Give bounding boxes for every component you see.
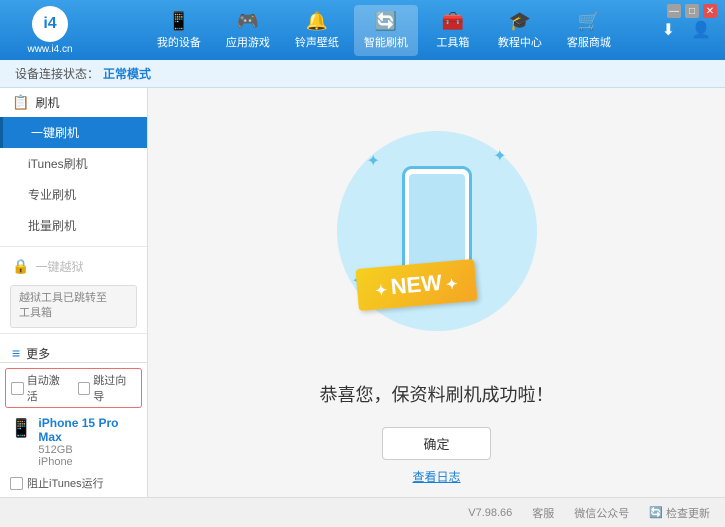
nav-bar: 📱 我的设备 🎮 应用游戏 🔔 铃声壁纸 🔄 智能刷机 🧰 工具箱 🎓 (110, 5, 658, 56)
footer-customer-service[interactable]: 客服 (532, 505, 554, 521)
sparkle-top-right: ✦ (493, 146, 506, 166)
sidebar-bottom: 自动激活 跳过向导 📱 iPhone 15 Pro Max 512GB iPho… (0, 362, 147, 497)
service-label: 客服商城 (567, 34, 611, 50)
sparkle-top-left: ✦ (367, 151, 380, 171)
sidebar-more-section: ≡ 更多 (0, 339, 147, 362)
sub-header: 设备连接状态： 正常模式 (0, 60, 725, 88)
smart-flash-icon: 🔄 (375, 11, 397, 32)
device-name: iPhone 15 Pro Max (38, 416, 137, 444)
service-icon: 🛒 (578, 11, 600, 32)
jailbreak-icon: 🔒 (12, 258, 29, 275)
download-button[interactable]: ⬇ (658, 16, 679, 44)
phone-screen (409, 174, 465, 274)
header: i4 www.i4.cn 📱 我的设备 🎮 应用游戏 🔔 铃声壁纸 🔄 智能刷机… (0, 0, 725, 60)
minimize-button[interactable]: — (667, 4, 681, 18)
footer-check-update[interactable]: 🔄 检查更新 (649, 505, 710, 521)
refresh-icon: 🔄 (649, 506, 663, 519)
nav-ringtones[interactable]: 🔔 铃声壁纸 (285, 5, 349, 56)
view-log-link[interactable]: 查看日志 (412, 468, 460, 485)
header-right: ⬇ 👤 (658, 16, 715, 44)
logo-icon: i4 (32, 6, 68, 42)
sidebar-item-itunes-flash[interactable]: iTunes刷机 (0, 148, 147, 179)
nav-tutorial[interactable]: 🎓 教程中心 (488, 5, 552, 56)
auto-activate-checkbox[interactable]: 自动激活 (11, 372, 70, 404)
tutorial-label: 教程中心 (498, 34, 542, 50)
auto-activate-label: 自动激活 (27, 372, 70, 404)
auto-activate-box[interactable] (11, 382, 24, 395)
subheader-mode: 正常模式 (103, 65, 151, 82)
device-item: 📱 iPhone 15 Pro Max 512GB iPhone (5, 412, 142, 472)
ringtones-icon: 🔔 (306, 11, 328, 32)
sidebar-divider-2 (0, 333, 147, 334)
nav-my-device[interactable]: 📱 我的设备 (147, 5, 211, 56)
auto-activate-row: 自动激活 跳过向导 (5, 368, 142, 408)
block-itunes-label: 阻止iTunes运行 (27, 475, 104, 491)
device-storage: 512GB (38, 444, 137, 456)
subheader-prefix: 设备连接状态： (15, 65, 99, 82)
footer-version: V7.98.66 (468, 507, 512, 519)
ringtones-label: 铃声壁纸 (295, 34, 339, 50)
maximize-button[interactable]: □ (685, 4, 699, 18)
flash-section-label: 刷机 (35, 94, 59, 111)
apps-games-icon: 🎮 (237, 11, 259, 32)
logo-area: i4 www.i4.cn (10, 6, 90, 55)
device-icon: 📱 (10, 418, 32, 439)
more-section-icon: ≡ (12, 345, 20, 361)
sidebar-item-one-key-flash[interactable]: 一键刷机 (0, 117, 147, 148)
nav-toolbox[interactable]: 🧰 工具箱 (423, 5, 483, 56)
main-content: ✦ ✦ ✦ NEW 恭喜您，保资料刷机成功啦！ 确定 查看日志 (148, 88, 725, 497)
my-device-icon: 📱 (168, 11, 190, 32)
sidebar-notice: 越狱工具已跳转至工具箱 (10, 285, 137, 328)
more-section-label: 更多 (26, 345, 50, 362)
footer-wechat[interactable]: 微信公众号 (574, 505, 629, 521)
sidebar-divider-1 (0, 246, 147, 247)
nav-apps-games[interactable]: 🎮 应用游戏 (216, 5, 280, 56)
sidebar-top: 📋 刷机 一键刷机 iTunes刷机 专业刷机 批量刷机 🔒 一键越狱 越狱工具… (0, 88, 147, 362)
sidebar-item-batch-flash[interactable]: 批量刷机 (0, 210, 147, 241)
content-area: 📋 刷机 一键刷机 iTunes刷机 专业刷机 批量刷机 🔒 一键越狱 越狱工具… (0, 88, 725, 497)
phone-illustration: ✦ ✦ ✦ NEW (327, 101, 547, 361)
device-info: iPhone 15 Pro Max 512GB iPhone (38, 416, 137, 468)
app-wrapper: — □ ✕ i4 www.i4.cn 📱 我的设备 🎮 应用游戏 🔔 铃声壁纸 … (0, 0, 725, 527)
skip-guide-checkbox[interactable]: 跳过向导 (78, 372, 137, 404)
nav-smart-flash[interactable]: 🔄 智能刷机 (354, 5, 418, 56)
footer: V7.98.66 客服 微信公众号 🔄 检查更新 (0, 497, 725, 527)
toolbox-label: 工具箱 (436, 34, 469, 50)
nav-service[interactable]: 🛒 客服商城 (557, 5, 621, 56)
sidebar: 📋 刷机 一键刷机 iTunes刷机 专业刷机 批量刷机 🔒 一键越狱 越狱工具… (0, 88, 148, 497)
check-update-label: 检查更新 (666, 505, 710, 521)
skip-guide-label: 跳过向导 (93, 372, 136, 404)
skip-guide-box[interactable] (78, 382, 91, 395)
apps-games-label: 应用游戏 (226, 34, 270, 50)
my-device-label: 我的设备 (157, 34, 201, 50)
tutorial-icon: 🎓 (509, 11, 531, 32)
close-button[interactable]: ✕ (703, 4, 717, 18)
logo-url: www.i4.cn (27, 44, 72, 55)
user-button[interactable]: 👤 (687, 16, 715, 44)
window-controls: — □ ✕ (667, 4, 717, 18)
block-itunes-box[interactable] (10, 477, 23, 490)
device-type: iPhone (38, 456, 137, 468)
toolbox-icon: 🧰 (442, 11, 464, 32)
sidebar-flash-section: 📋 刷机 (0, 88, 147, 117)
sidebar-item-pro-flash[interactable]: 专业刷机 (0, 179, 147, 210)
block-itunes-row[interactable]: 阻止iTunes运行 (5, 472, 142, 494)
confirm-button[interactable]: 确定 (382, 427, 490, 460)
jailbreak-section-label: 一键越狱 (35, 258, 83, 275)
flash-section-icon: 📋 (12, 94, 29, 111)
smart-flash-label: 智能刷机 (364, 34, 408, 50)
success-message: 恭喜您，保资料刷机成功啦！ (320, 381, 554, 407)
sidebar-jailbreak-section: 🔒 一键越狱 (0, 252, 147, 281)
